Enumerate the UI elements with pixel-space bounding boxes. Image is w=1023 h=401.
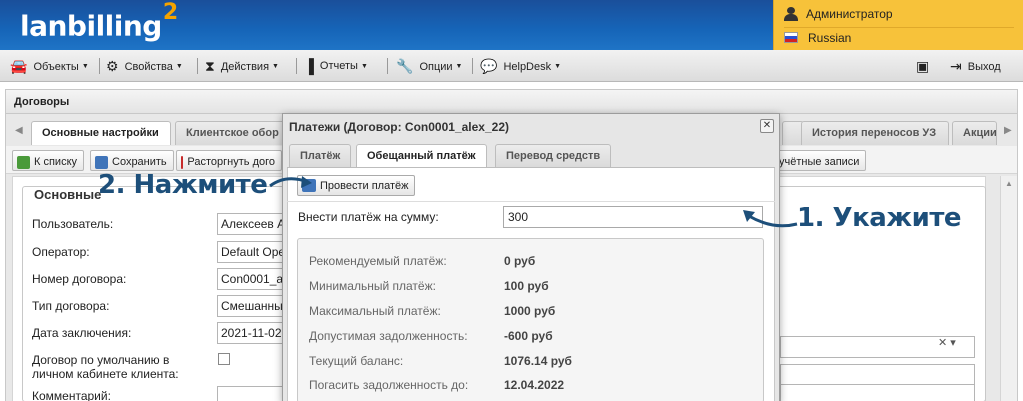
repay-debt-until-value: 12.04.2022 xyxy=(504,378,565,392)
right-text-field-2[interactable] xyxy=(780,384,975,401)
step2-annotation: 2. Нажмите xyxy=(98,170,268,200)
max-payment-label: Максимальный платёж: xyxy=(309,304,441,318)
default-contract-label-2: личном кабинете клиента: xyxy=(32,367,179,381)
menu-options[interactable]: 🔧 Опции ▼ xyxy=(396,58,462,75)
max-payment-value: 1000 руб xyxy=(504,304,556,318)
current-balance-value: 1076.14 руб xyxy=(504,354,572,368)
tab-main-settings[interactable]: Основные настройки xyxy=(31,121,171,145)
dialog-title: Платежи (Договор: Con0001_alex_22) xyxy=(289,120,510,134)
user-name: Администратор xyxy=(806,7,893,21)
current-balance-label: Текущий баланс: xyxy=(309,354,404,368)
min-payment-label: Минимальный платёж: xyxy=(309,279,436,293)
default-contract-label-1: Договор по умолчанию в xyxy=(32,353,170,367)
tab-promotions[interactable]: Акции xyxy=(952,121,997,145)
recommended-payment-value: 0 руб xyxy=(504,254,536,268)
allowed-debt-label: Допустимая задолженность: xyxy=(309,329,468,343)
operator-label: Оператор: xyxy=(32,245,90,259)
menu-properties[interactable]: ⚙ Свойства ▼ xyxy=(106,58,183,75)
allowed-debt-value: -600 руб xyxy=(504,329,553,343)
terminate-contract-button[interactable]: Расторгнуть дого xyxy=(176,150,282,171)
contract-type-label: Тип договора: xyxy=(32,299,110,313)
exit-icon: ⇥ xyxy=(950,58,962,74)
tab-transfer-history[interactable]: История переносов УЗ xyxy=(801,121,949,145)
save-icon-button[interactable]: ▣ xyxy=(916,58,935,75)
list-icon xyxy=(17,155,30,169)
recommended-payment-label: Рекомендуемый платёж: xyxy=(309,254,447,268)
russian-flag-icon xyxy=(784,32,798,43)
tab-promised-payment[interactable]: Обещанный платёж xyxy=(356,144,487,168)
min-payment-value: 100 руб xyxy=(504,279,549,293)
exit-button[interactable]: ⇥ Выход xyxy=(950,58,1001,75)
wrench-icon: 🔧 xyxy=(396,58,414,74)
save-button[interactable]: Сохранить xyxy=(90,150,174,171)
tab-scroll-right[interactable]: ▶ xyxy=(1004,125,1012,136)
hourglass-icon: ⧗ xyxy=(205,58,215,74)
contract-number-label: Номер договора: xyxy=(32,272,127,286)
step1-annotation: 1. Укажите xyxy=(797,203,962,233)
menu-helpdesk[interactable]: 💬 HelpDesk ▼ xyxy=(480,58,561,75)
repay-debt-until-label: Погасить задолженность до: xyxy=(309,378,469,392)
contract-date-field[interactable]: 2021-11-02 xyxy=(217,322,287,344)
comment-field[interactable] xyxy=(217,386,287,401)
comment-label: Комментарий: xyxy=(32,389,111,401)
floppy-icon: ▣ xyxy=(916,58,930,74)
menu-reports[interactable]: ▐ Отчеты ▼ xyxy=(304,58,368,74)
terminate-icon xyxy=(181,155,184,169)
user-label: Пользователь: xyxy=(32,217,114,231)
step2-arrow-icon xyxy=(269,176,312,188)
operator-field[interactable]: Default Ope xyxy=(217,241,287,263)
step1-arrow-icon xyxy=(743,210,798,228)
user-icon xyxy=(784,7,798,21)
menu-objects[interactable]: 🚘 Объекты ▼ xyxy=(10,58,89,75)
user-menu[interactable]: Администратор xyxy=(784,5,893,23)
amount-input[interactable]: 300 xyxy=(503,206,763,228)
default-contract-checkbox[interactable] xyxy=(218,353,230,365)
chevron-down-icon: ▾ xyxy=(950,337,956,349)
chat-icon: 💬 xyxy=(480,58,498,74)
tab-funds-transfer[interactable]: Перевод средств xyxy=(495,144,612,167)
menu-actions[interactable]: ⧗ Действия ▼ xyxy=(205,58,279,75)
combo-controls[interactable]: ✕ ▾ xyxy=(938,336,956,349)
contract-number-field[interactable]: Con0001_a xyxy=(217,268,287,290)
amount-label: Внести платёж на сумму: xyxy=(298,210,439,224)
tab-payment[interactable]: Платёж xyxy=(289,144,352,167)
car-icon: 🚘 xyxy=(10,58,28,74)
language-selector[interactable]: Russian xyxy=(784,27,1014,45)
contract-type-field[interactable]: Смешанны xyxy=(217,295,287,317)
contract-date-label: Дата заключения: xyxy=(32,326,132,340)
panel-title: Договоры xyxy=(5,89,1018,113)
accounts-button[interactable]: учётные записи xyxy=(774,150,867,171)
user-panel: Администратор Russian xyxy=(773,0,1023,50)
user-field[interactable]: Алексеев А xyxy=(217,213,287,235)
to-list-button[interactable]: К списку xyxy=(12,150,85,171)
tab-client-equipment[interactable]: Клиентское обор xyxy=(175,121,285,145)
tab-scroll-left[interactable]: ◀ xyxy=(15,125,23,136)
close-icon[interactable]: ✕ xyxy=(760,119,774,133)
save-icon xyxy=(95,155,108,169)
bar-chart-icon: ▐ xyxy=(304,58,314,74)
gear-icon: ⚙ xyxy=(106,58,119,74)
logo: lanbilling2 xyxy=(20,0,178,43)
section-title: Основные xyxy=(30,187,106,202)
vertical-scrollbar[interactable] xyxy=(1000,176,1017,401)
language-label: Russian xyxy=(808,30,852,45)
clear-icon: ✕ xyxy=(938,337,948,349)
right-text-field-1[interactable] xyxy=(780,364,975,386)
main-menu: 🚘 Объекты ▼ ⚙ Свойства ▼ ⧗ Действия ▼ ▐ Отч… xyxy=(0,50,1023,82)
